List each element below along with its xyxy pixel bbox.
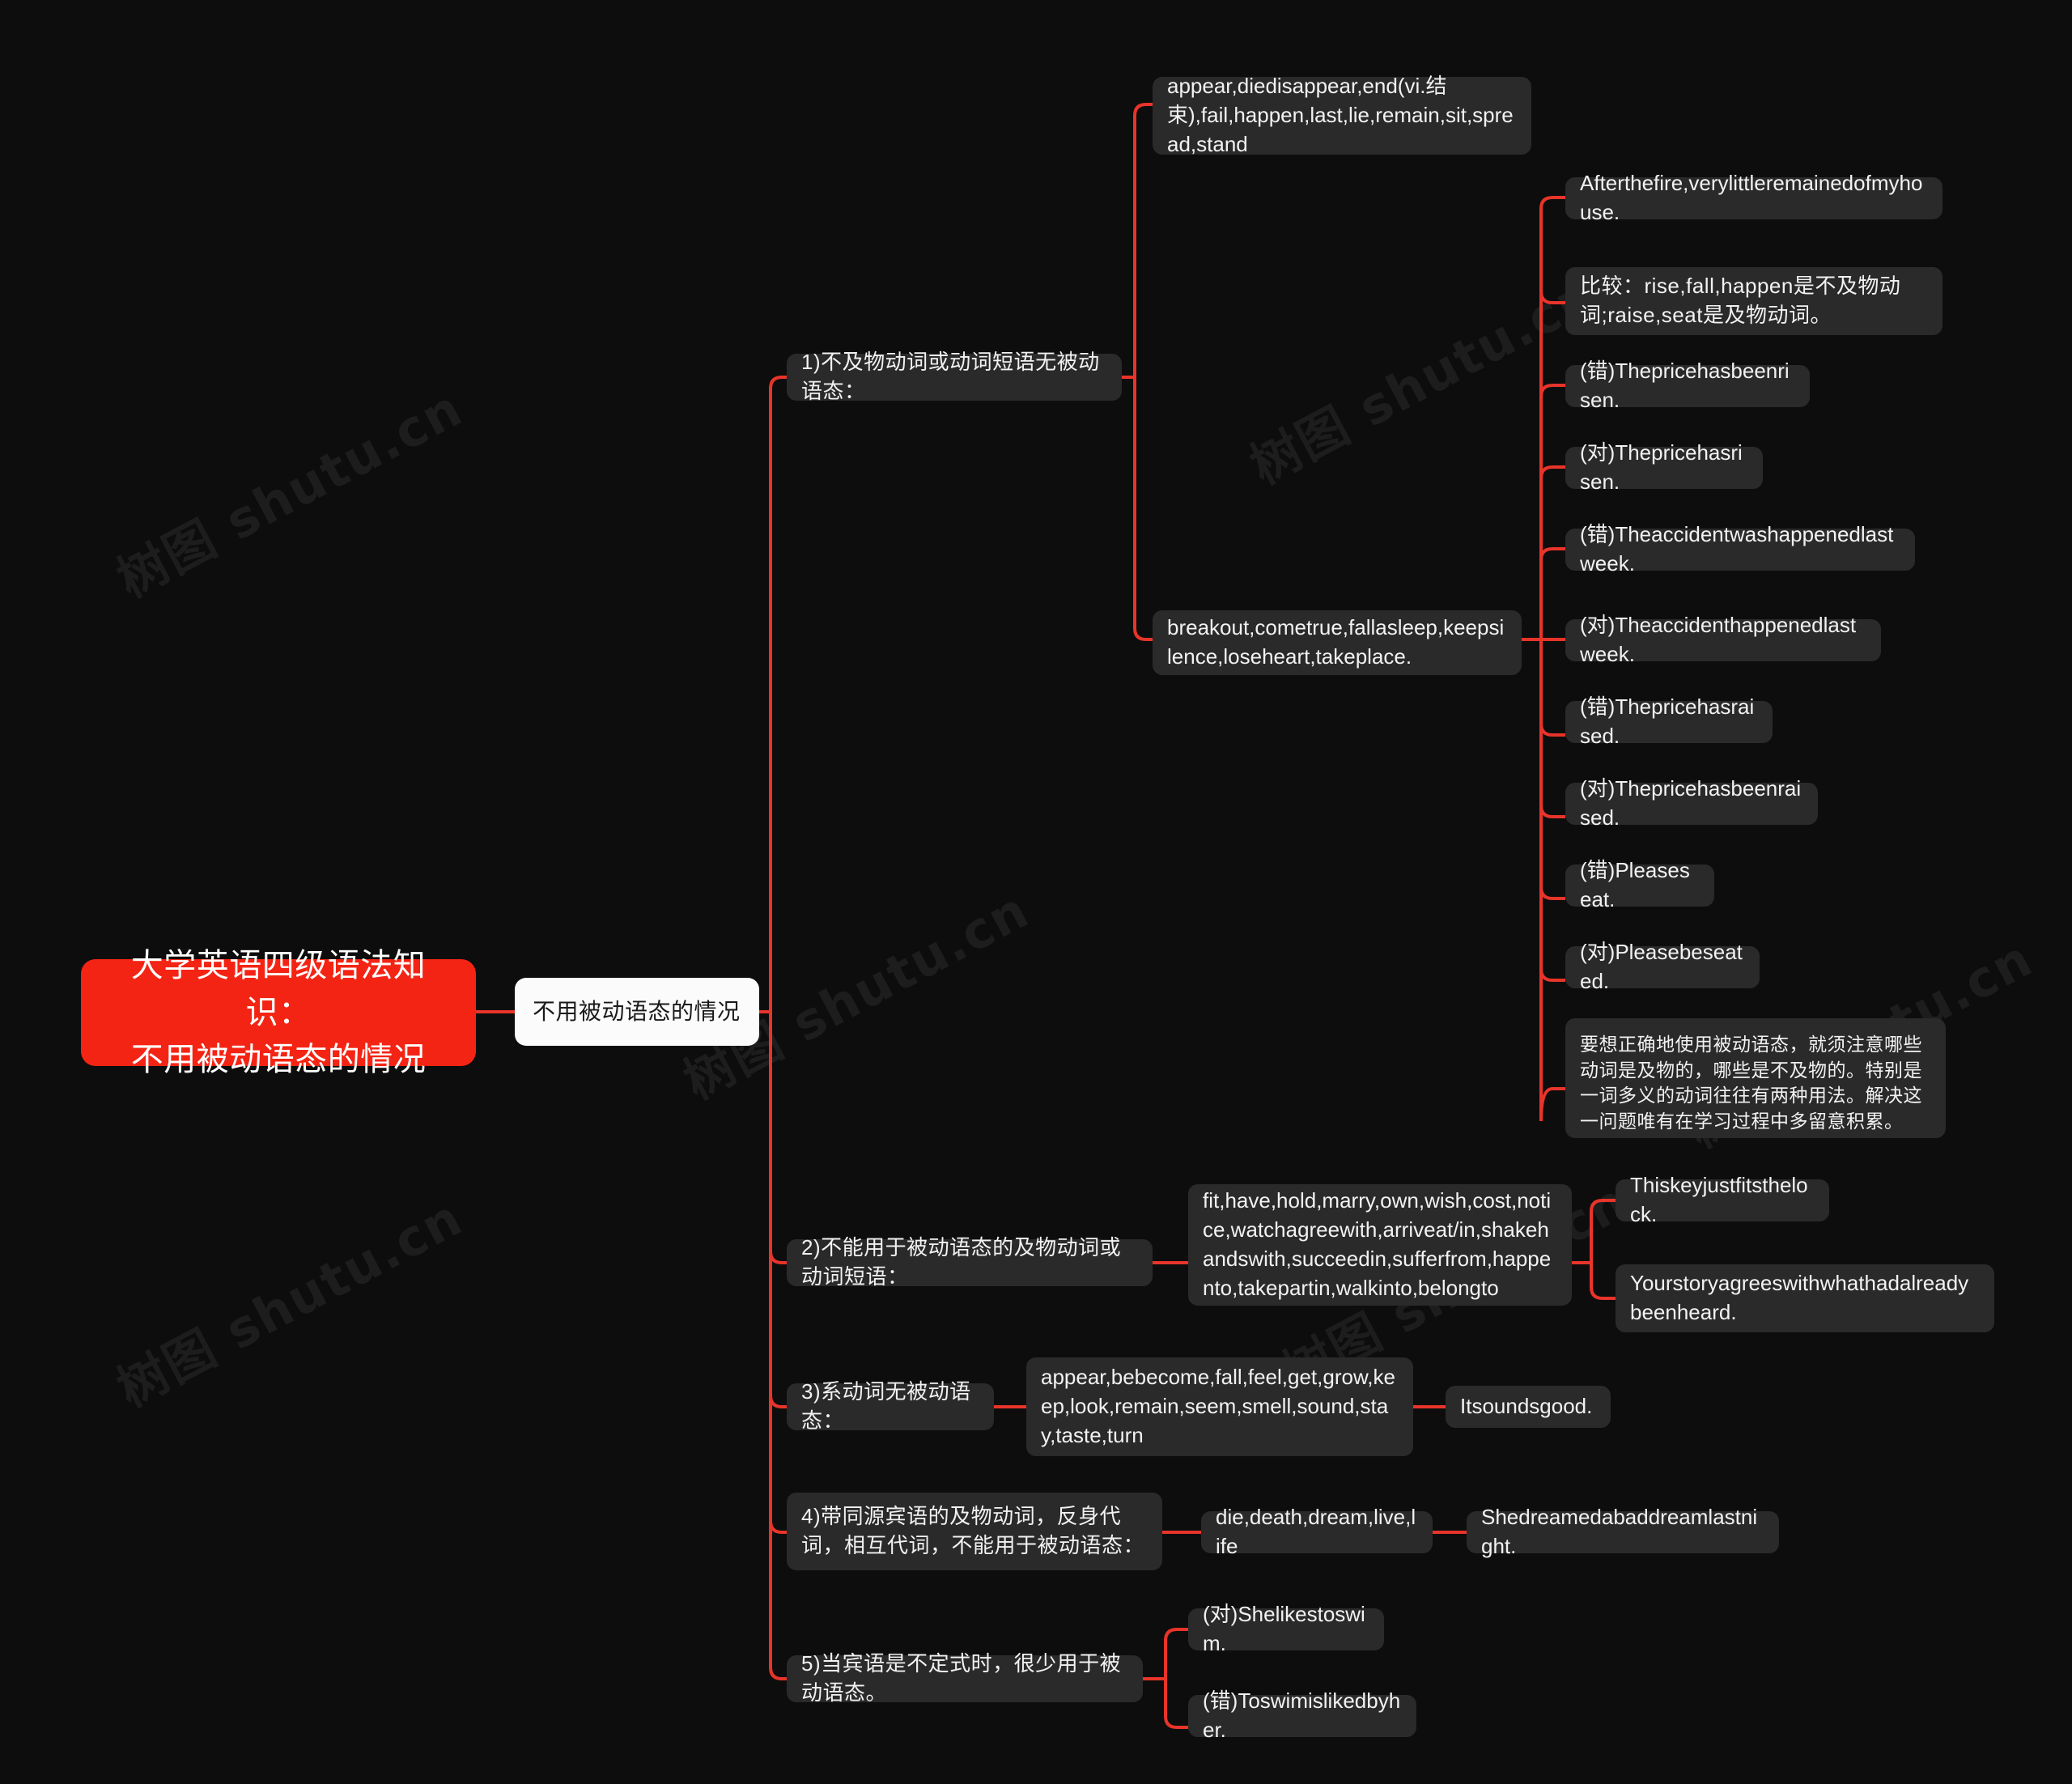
leaf-node[interactable]: (对)Pleasebeseated. (1565, 940, 1760, 993)
root-node[interactable]: 大学英语四级语法知识： 不用被动语态的情况 (81, 948, 476, 1077)
leaf-node[interactable]: (对)Theaccidenthappenedlastweek. (1565, 613, 1881, 666)
watermark: 树图 shutu.cn (108, 378, 473, 610)
branch-node-1[interactable]: 1)不及物动词或动词短语无被动语态： (787, 350, 1122, 403)
leaf-node[interactable]: 比较：rise,fall,happen是不及物动词;raise,seat是及物动… (1565, 267, 1942, 335)
branch-node-2[interactable]: 2)不能用于被动语态的及物动词或动词短语： (787, 1235, 1153, 1289)
leaf-node[interactable]: Yourstoryagreeswithwhathadalreadybeenhea… (1616, 1264, 1994, 1332)
leaf-node[interactable]: (对)Shelikestoswim. (1188, 1602, 1384, 1655)
branch-2-child-1[interactable]: fit,have,hold,marry,own,wish,cost,notice… (1188, 1184, 1572, 1306)
trunk-node[interactable]: 不用被动语态的情况 (515, 978, 759, 1046)
leaf-node[interactable]: (错)Theaccidentwashappenedlastweek. (1565, 522, 1915, 576)
branch-1-child-2[interactable]: breakout,cometrue,fallasleep,keepsilence… (1153, 610, 1522, 675)
leaf-node[interactable]: Afterthefire,verylittleremainedofmyhouse… (1565, 171, 1942, 224)
leaf-node[interactable]: (错)Thepricehasraised. (1565, 694, 1773, 748)
leaf-node[interactable]: (对)Thepricehasrisen. (1565, 440, 1763, 494)
branch-node-4[interactable]: 4)带同源宾语的及物动词，反身代词，相互代词，不能用于被动语态： (787, 1493, 1162, 1570)
leaf-node-summary[interactable]: 要想正确地使用被动语态，就须注意哪些动词是及物的，哪些是不及物的。特别是一词多义… (1565, 1018, 1946, 1138)
branch-3-child-1[interactable]: appear,bebecome,fall,feel,get,grow,keep,… (1026, 1357, 1413, 1456)
watermark: 树图 shutu.cn (108, 1187, 473, 1419)
leaf-node[interactable]: (错)Toswimislikedbyher. (1188, 1688, 1416, 1742)
branch-4-child-1[interactable]: die,death,dream,live,life (1201, 1505, 1433, 1558)
leaf-node[interactable]: (错)Thepricehasbeenrisen. (1565, 359, 1810, 412)
leaf-node[interactable]: (错)Pleaseseat. (1565, 858, 1714, 911)
watermark: 树图 shutu.cn (1241, 265, 1606, 496)
mindmap-canvas: 树图 shutu.cn 树图 shutu.cn 树图 shutu.cn 树图 s… (0, 0, 2072, 1784)
leaf-node[interactable]: (对)Thepricehasbeenraised. (1565, 776, 1818, 830)
leaf-node[interactable]: Shedreamedabaddreamlastnight. (1467, 1505, 1779, 1558)
leaf-node[interactable]: Itsoundsgood. (1446, 1386, 1611, 1428)
branch-node-3[interactable]: 3)系动词无被动语态： (787, 1379, 994, 1433)
branch-1-child-1[interactable]: appear,diedisappear,end(vi.结束),fail,happ… (1153, 74, 1531, 156)
branch-node-5[interactable]: 5)当宾语是不定式时，很少用于被动语态。 (787, 1651, 1143, 1705)
leaf-node[interactable]: Thiskeyjustfitsthelock. (1616, 1173, 1829, 1226)
